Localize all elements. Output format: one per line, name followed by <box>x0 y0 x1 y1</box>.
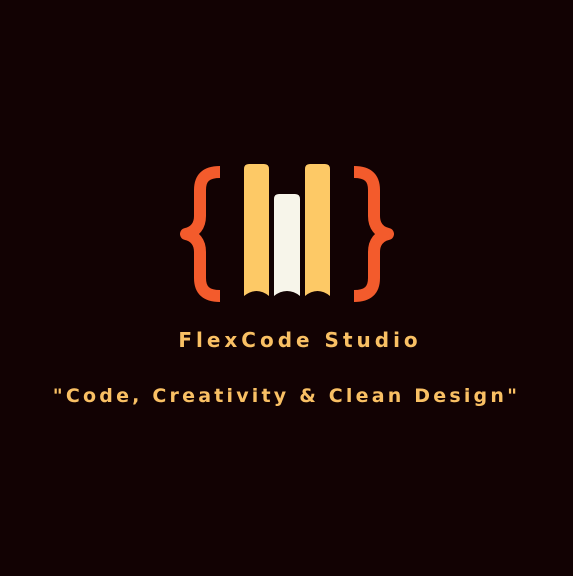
right-brace-icon <box>353 166 394 302</box>
left-brace-icon <box>180 166 221 302</box>
center-book-bar <box>274 194 300 296</box>
logo-canvas: FlexCode Studio "Code, Creativity & Clea… <box>0 0 573 576</box>
left-book-bar <box>244 164 269 296</box>
right-book-bar <box>305 164 330 296</box>
brand-name: FlexCode Studio <box>178 328 422 352</box>
brand-tagline: "Code, Creativity & Clean Design" <box>52 385 521 407</box>
code-bookshelf-icon <box>180 164 394 302</box>
